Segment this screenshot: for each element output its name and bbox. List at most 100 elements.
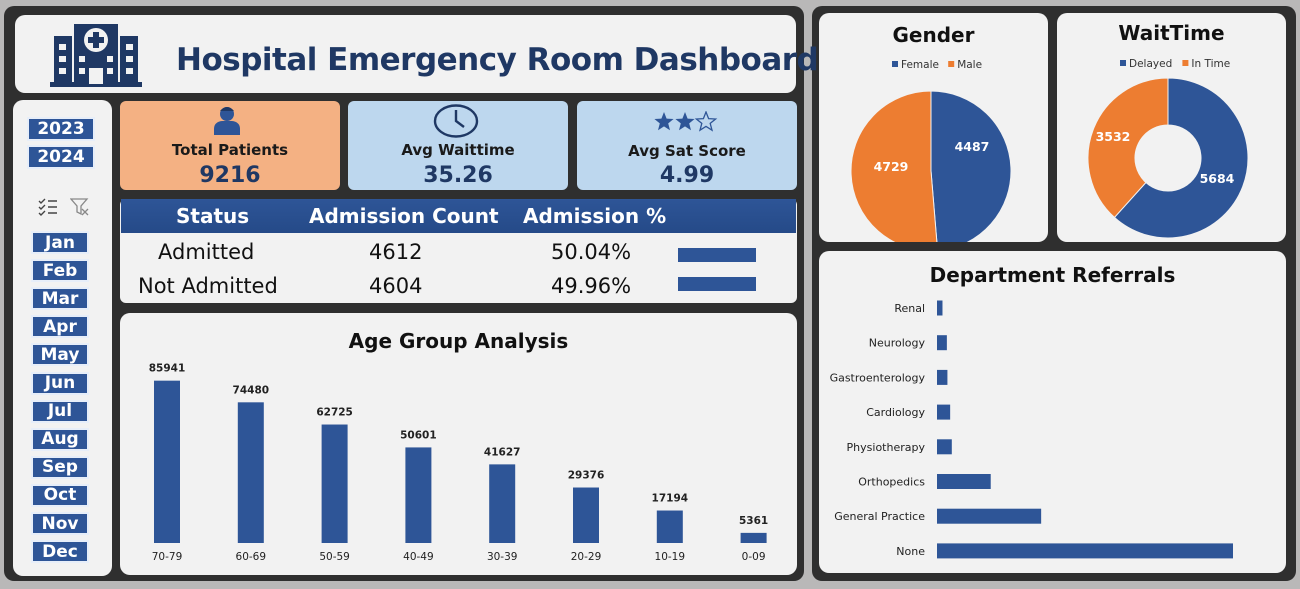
data-label: 4729 <box>874 159 909 174</box>
x-tick-label: 30-39 <box>487 551 518 563</box>
table-cell-pct: 49.96% <box>551 274 632 298</box>
table-cell-status: Admitted <box>158 240 255 264</box>
kpi-label: Total Patients <box>171 141 289 159</box>
bar-40-49 <box>405 447 432 543</box>
year-button-2024[interactable]: 2024 <box>27 145 95 169</box>
age-group-chart: 85941 70-79 74480 60-69 62725 50-59 50601 40-49… <box>149 363 768 563</box>
page-title: Hospital Emergency Room Dashboard <box>176 42 819 78</box>
x-tick-label: 10-19 <box>655 551 686 563</box>
data-label: 50601 <box>400 429 437 441</box>
data-label: 62725 <box>316 407 353 419</box>
year-button-2023[interactable]: 2023 <box>27 117 95 141</box>
y-tick-label: Renal <box>894 302 925 315</box>
kpi-avg-sat-score: Avg Sat Score 4.99 <box>577 101 797 190</box>
bar-none <box>937 543 1233 559</box>
kpi-value: 35.26 <box>423 163 493 188</box>
month-button-oct[interactable]: Oct <box>31 483 89 507</box>
legend-label: Male <box>957 59 982 71</box>
kpi-total-patients: Total Patients 9216 <box>120 101 340 190</box>
data-label: 5361 <box>739 515 768 527</box>
hospital-icon <box>50 24 142 87</box>
data-label: 29376 <box>568 470 605 482</box>
data-label: 5684 <box>1200 171 1235 186</box>
month-button-aug[interactable]: Aug <box>31 427 89 451</box>
bar-renal <box>937 300 943 316</box>
data-label: 17194 <box>652 493 689 505</box>
month-button-dec[interactable]: Dec <box>31 540 89 564</box>
kpi-label: Avg Waittime <box>401 141 515 159</box>
bar-neurology <box>937 335 947 351</box>
department-bar-chart: Renal Neurology Gastroenterology Cardiology… <box>830 300 1233 559</box>
bar-10-19 <box>656 510 683 543</box>
bar-physiotherapy <box>937 439 952 455</box>
admission-pct-bar <box>678 277 756 291</box>
bar-general-practice <box>937 508 1042 524</box>
x-tick-label: 70-79 <box>152 551 183 563</box>
month-button-apr[interactable]: Apr <box>31 315 89 339</box>
y-tick-label: Neurology <box>869 337 926 350</box>
data-label: 41627 <box>484 446 521 458</box>
patient-icon <box>214 107 240 135</box>
x-tick-label: 40-49 <box>403 551 434 563</box>
table-cell-status: Not Admitted <box>138 274 278 298</box>
legend-swatch <box>1182 60 1189 66</box>
bar-20-29 <box>573 487 599 543</box>
y-tick-label: Gastroenterology <box>830 371 926 384</box>
legend-label: Female <box>901 59 939 71</box>
legend-label: In Time <box>1191 58 1230 70</box>
bar-70-79 <box>154 380 180 543</box>
kpi-avg-waittime: Avg Waittime 35.26 <box>348 101 568 190</box>
bar-60-69 <box>237 402 264 543</box>
table-cell-count: 4604 <box>369 274 423 298</box>
column-header-count: Admission Count <box>309 204 499 228</box>
x-tick-label: 50-59 <box>319 551 350 563</box>
data-label: 85941 <box>149 363 186 375</box>
bar-gastroenterology <box>937 369 948 385</box>
month-button-jan[interactable]: Jan <box>31 231 89 254</box>
waittime-donut-chart: 5684 3532 Delayed In Time <box>1087 58 1249 239</box>
month-button-jun[interactable]: Jun <box>31 371 89 395</box>
clear-filter-icon[interactable] <box>70 197 90 217</box>
kpi-value: 9216 <box>199 163 261 188</box>
legend-swatch <box>892 61 898 67</box>
y-tick-label: Orthopedics <box>858 476 925 489</box>
bar-cardiology <box>937 404 951 420</box>
gender-pie-chart: 4487 4729 Female Male <box>850 59 1012 242</box>
multi-select-icon[interactable] <box>38 198 58 216</box>
clock-icon <box>433 104 479 138</box>
bar-0-09 <box>740 532 767 543</box>
month-button-feb[interactable]: Feb <box>31 259 89 283</box>
data-label: 3532 <box>1096 129 1131 144</box>
x-tick-label: 60-69 <box>236 551 267 563</box>
month-button-may[interactable]: May <box>31 343 89 367</box>
month-button-jul[interactable]: Jul <box>31 399 89 423</box>
table-cell-count: 4612 <box>369 240 423 264</box>
month-button-nov[interactable]: Nov <box>31 512 89 535</box>
table-header: Status Admission Count Admission % <box>121 199 796 233</box>
department-referrals-card: Department Referrals Renal Neurology Gastr… <box>819 251 1286 573</box>
bar-50-59 <box>321 424 348 543</box>
month-button-mar[interactable]: Mar <box>31 287 89 311</box>
age-group-card: Age Group Analysis 85941 70-79 74480 60-69 6… <box>120 313 797 575</box>
waittime-card: WaitTime 5684 3532 Delayed In Time <box>1057 13 1286 242</box>
legend-label: Delayed <box>1129 58 1172 70</box>
admission-pct-bar <box>678 248 756 262</box>
y-tick-label: None <box>896 545 925 558</box>
x-tick-label: 0-09 <box>742 551 766 563</box>
kpi-label: Avg Sat Score <box>628 142 746 160</box>
y-tick-label: Physiotherapy <box>847 441 926 454</box>
column-header-status: Status <box>176 204 250 228</box>
bar-30-39 <box>489 464 516 543</box>
legend-swatch <box>1120 60 1126 66</box>
column-header-pct: Admission % <box>523 204 667 228</box>
table-cell-pct: 50.04% <box>551 240 632 264</box>
x-tick-label: 20-29 <box>571 551 602 563</box>
y-tick-label: Cardiology <box>866 406 925 419</box>
data-label: 4487 <box>955 139 990 154</box>
gender-card: Gender 4487 4729 Female Male <box>819 13 1048 242</box>
data-label: 74480 <box>233 384 270 396</box>
star-rating-icon <box>654 111 718 132</box>
legend-swatch <box>948 61 955 67</box>
bar-orthopedics <box>937 474 991 489</box>
month-button-sep[interactable]: Sep <box>31 455 89 479</box>
